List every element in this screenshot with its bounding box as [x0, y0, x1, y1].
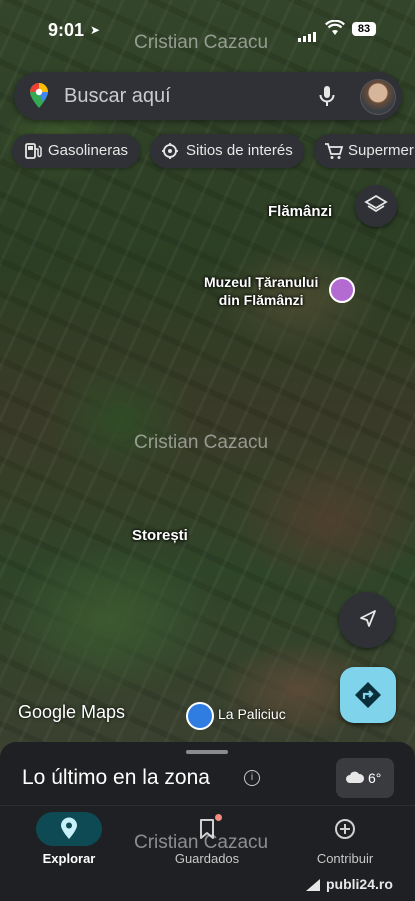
store-pin-icon[interactable]	[186, 702, 214, 730]
museum-pin-icon[interactable]	[329, 277, 355, 303]
watermark-text: Cristian Cazacu	[134, 432, 269, 453]
chip-gasolineras[interactable]: Gasolineras	[12, 134, 140, 168]
chip-label: Supermer	[348, 142, 414, 159]
chip-sitios-de-interes[interactable]: Sitios de interés	[150, 134, 304, 168]
cellular-signal-icon	[298, 24, 318, 42]
landmark-icon	[162, 143, 178, 159]
sheet-drag-handle[interactable]	[186, 750, 228, 754]
watermark-text: Cristian Cazacu	[134, 32, 269, 53]
map-layers-button[interactable]	[355, 185, 397, 227]
location-arrow-icon: ➤	[90, 23, 101, 37]
navigation-arrow-icon	[360, 610, 376, 627]
location-pin-icon	[61, 817, 77, 839]
publi24-watermark: publi24.ro	[326, 876, 393, 892]
add-circle-icon	[335, 819, 355, 839]
weather-temperature: 6°	[368, 770, 382, 786]
google-maps-pin-icon	[30, 83, 48, 108]
chip-supermercados[interactable]: Supermer	[314, 134, 415, 168]
info-icon[interactable]: i	[244, 770, 260, 786]
wifi-icon	[325, 20, 345, 35]
chip-label: Gasolineras	[48, 142, 129, 159]
tab-label: Contribuir	[316, 851, 374, 866]
search-bar[interactable]: Buscar aquí	[14, 72, 402, 120]
my-location-button[interactable]	[339, 592, 395, 648]
shopping-cart-icon	[325, 143, 344, 159]
poi-store-label[interactable]: La Paliciuc	[218, 706, 286, 722]
poi-museum-label[interactable]: Muzeul Țăranului din Flămânzi	[204, 273, 318, 309]
search-input[interactable]: Buscar aquí	[64, 85, 171, 108]
weather-chip[interactable]: 6°	[336, 758, 394, 798]
tab-contribuir[interactable]: Contribuir	[276, 806, 414, 876]
tab-explorar[interactable]: Explorar	[0, 806, 138, 876]
gas-station-icon	[25, 143, 42, 159]
layers-icon	[364, 194, 388, 213]
microphone-icon[interactable]	[314, 83, 340, 109]
map-label-storesti[interactable]: Storești	[132, 527, 188, 545]
avatar[interactable]	[360, 79, 396, 115]
directions-button[interactable]	[340, 667, 396, 723]
tab-label: Explorar	[42, 851, 96, 866]
battery-indicator: 83	[352, 22, 376, 36]
watermark-text: Cristian Cazacu	[134, 832, 269, 853]
cloud-icon	[346, 771, 365, 783]
notification-dot	[215, 814, 222, 821]
status-time: 9:01	[48, 20, 85, 40]
map-label-flamanzi[interactable]: Flămânzi	[268, 203, 332, 221]
google-maps-attribution: Google Maps	[18, 702, 126, 722]
publi24-logo-icon	[306, 879, 320, 891]
chip-label: Sitios de interés	[186, 142, 293, 159]
sheet-title: Lo último en la zona	[22, 766, 210, 789]
directions-icon	[355, 682, 381, 708]
